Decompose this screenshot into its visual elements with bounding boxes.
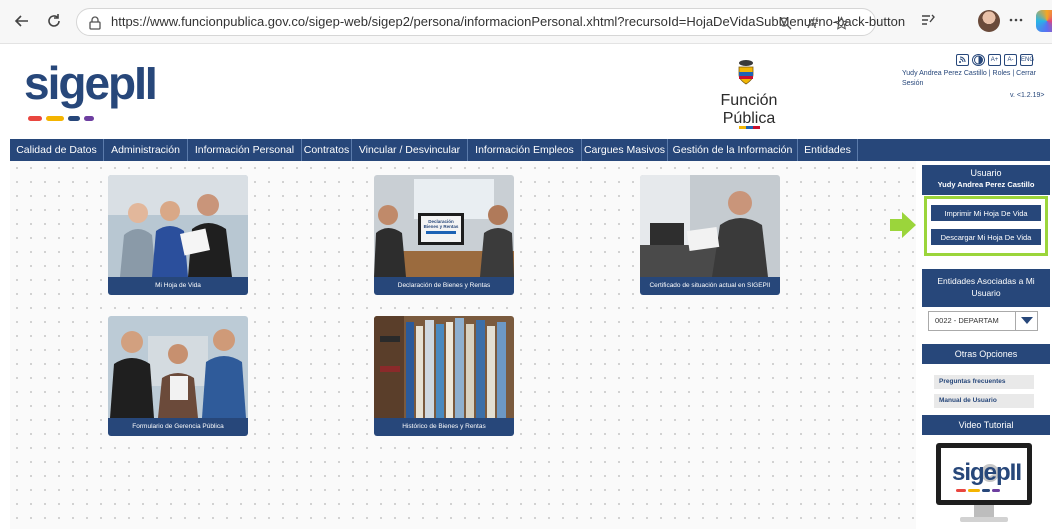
page: https://www.funcionpublica.gov.co/sigep-…	[0, 0, 1052, 529]
entity-select[interactable]: 0022 - DEPARTAM	[928, 311, 1038, 331]
nav-calidad-datos[interactable]: Calidad de Datos	[10, 139, 104, 161]
entities-header: Entidades Asociadas a Mi Usuario	[922, 269, 1050, 307]
user-session-links-cont[interactable]: Sesión	[902, 80, 923, 87]
flag-underline	[738, 116, 760, 129]
browser-toolbar: https://www.funcionpublica.gov.co/sigep-…	[0, 0, 1052, 44]
nav-informacion-empleos[interactable]: Información Empleos	[468, 139, 582, 161]
nav-entidades[interactable]: Entidades	[798, 139, 858, 161]
main-nav: Calidad de Datos Administración Informac…	[10, 139, 1050, 161]
video-tutorial-header: Video Tutorial	[922, 415, 1050, 435]
formulario-gerencia-photo[interactable]	[108, 316, 248, 418]
faq-link[interactable]: Preguntas frecuentes	[934, 375, 1034, 389]
favorite-star-icon[interactable]	[833, 16, 849, 32]
back-arrow-icon[interactable]	[12, 12, 32, 32]
font-increase-button[interactable]: A+	[988, 54, 1001, 66]
historico-bienes-photo[interactable]	[374, 316, 514, 418]
nav-administracion[interactable]: Administración	[104, 139, 188, 161]
right-sidebar: Usuario Yudy Andrea Perez Castillo Impri…	[918, 161, 1052, 529]
colombia-coat-of-arms-icon	[734, 58, 758, 86]
video-logo-text: sigepII	[952, 459, 1022, 486]
profile-avatar[interactable]	[978, 10, 1000, 32]
nav-gestion-informacion[interactable]: Gestión de la Información	[668, 139, 798, 161]
certificado-photo[interactable]	[640, 175, 780, 277]
print-resume-button[interactable]: Imprimir Mi Hoja De Vida	[930, 204, 1042, 222]
declaracion-bienes-photo[interactable]: Declaración Bienes y Rentas	[374, 175, 514, 277]
language-button[interactable]: ENG	[1020, 54, 1034, 66]
chevron-down-icon	[1021, 317, 1033, 324]
user-full-name: Yudy Andrea Perez Castillo	[937, 180, 1035, 189]
user-manual-link[interactable]: Manual de Usuario	[934, 394, 1034, 408]
card-caption[interactable]: Formulario de Gerencia Pública	[108, 418, 248, 436]
logo-text: sigepII	[24, 57, 158, 109]
agency-name: Función Pública	[720, 92, 778, 127]
user-panel-title: Usuario	[970, 168, 1002, 178]
funcion-publica-logo: Función Pública	[694, 54, 804, 129]
sigep-logo[interactable]: sigepII	[24, 56, 164, 121]
nav-cargues-masivos[interactable]: Cargues Masivos	[582, 139, 668, 161]
card-caption[interactable]: Declaración de Bienes y Rentas	[374, 277, 514, 295]
mi-hoja-de-vida-photo[interactable]	[108, 175, 248, 277]
declaracion-screen-text: Declaración Bienes y Rentas	[423, 219, 459, 229]
refresh-icon[interactable]	[44, 12, 64, 32]
nav-vincular-desvincular[interactable]: Vincular / Desvincular	[352, 139, 468, 161]
nav-contratos[interactable]: Contratos	[302, 139, 352, 161]
rss-icon[interactable]	[956, 54, 969, 66]
contrast-icon[interactable]	[972, 54, 985, 66]
copilot-icon[interactable]	[1036, 10, 1052, 32]
entity-select-value: 0022 - DEPARTAM	[935, 316, 999, 325]
app-version: v. <1.2.19>	[1010, 92, 1045, 99]
other-options-header: Otras Opciones	[922, 344, 1050, 364]
more-menu-icon[interactable]	[1006, 11, 1026, 31]
main-content: Mi Hoja de Vida Declaración Bienes y Ren…	[10, 161, 916, 529]
address-bar[interactable]: https://www.funcionpublica.gov.co/sigep-…	[76, 8, 905, 36]
site-header: sigepII Función Pública A+ A- ENG Yudy A…	[0, 44, 1052, 136]
nav-informacion-personal[interactable]: Información Personal	[188, 139, 302, 161]
download-resume-button[interactable]: Descargar Mi Hoja De Vida	[930, 228, 1042, 246]
select-dropdown-button[interactable]	[1015, 312, 1037, 330]
card-caption[interactable]: Histórico de Bienes y Rentas	[374, 418, 514, 436]
logo-color-bars	[28, 108, 108, 121]
user-panel-header: Usuario Yudy Andrea Perez Castillo	[922, 165, 1050, 195]
zoom-icon[interactable]	[777, 16, 793, 32]
card-caption[interactable]: Mi Hoja de Vida	[108, 277, 248, 295]
read-aloud-icon[interactable]: Aʹ	[805, 16, 821, 32]
video-tutorial-thumbnail[interactable]: sigepII	[934, 441, 1034, 527]
collections-icon[interactable]	[918, 11, 938, 31]
lock-icon[interactable]	[87, 15, 103, 31]
user-session-links[interactable]: Yudy Andrea Perez Castillo | Roles | Cer…	[902, 70, 1036, 77]
pointer-arrow-icon	[890, 212, 916, 238]
card-caption[interactable]: Certificado de situación actual en SIGEP…	[640, 277, 780, 295]
highlight-box: Imprimir Mi Hoja De Vida Descargar Mi Ho…	[924, 196, 1048, 256]
font-decrease-button[interactable]: A-	[1004, 54, 1017, 66]
